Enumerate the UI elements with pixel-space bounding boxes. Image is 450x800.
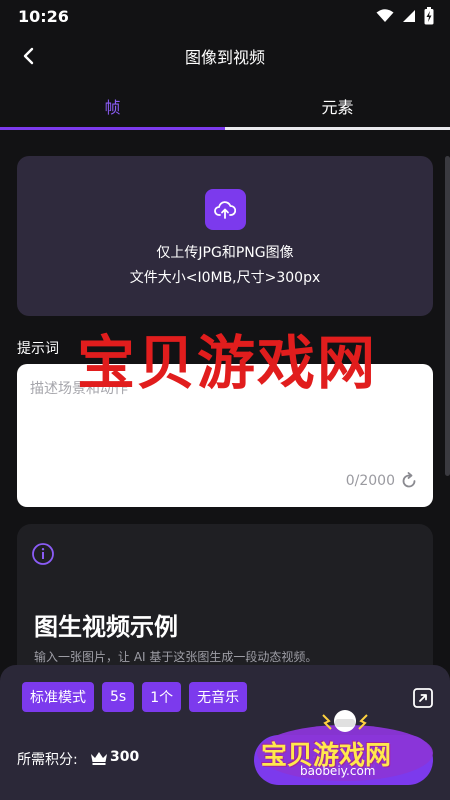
upload-size-hint: 文件大小<I0MB,尺寸>300px [129,270,321,286]
battery-icon [424,7,434,25]
upload-button[interactable] [204,189,246,230]
tab-elements[interactable]: 元素 [225,82,450,130]
status-bar: 10:26 [0,0,450,32]
duration-chip[interactable]: 5s [102,682,135,712]
scrollbar[interactable] [445,156,450,476]
prompt-char-counter: 0/2000 [345,473,395,489]
upload-format-hint: 仅上传JPG和PNG图像 [156,245,294,261]
tab-elements-indicator [225,127,450,130]
example-card: 图生视频示例 输入一张图片，让 AI 基于这张图生成一段动态视频。 [17,524,433,684]
example-description: 输入一张图片，让 AI 基于这张图生成一段动态视频。 [34,650,318,664]
wifi-icon [376,9,394,22]
app-bar: 图像到视频 [0,32,450,80]
example-title: 图生视频示例 [34,613,178,641]
mode-chip[interactable]: 标准模式 [22,682,94,712]
status-time: 10:26 [18,6,69,26]
status-icons [376,7,434,25]
prompt-label: 提示词 [17,341,59,357]
count-chip[interactable]: 1个 [142,682,182,712]
signal-icon [403,10,415,22]
watermark-text: 宝贝游戏网 [77,329,378,397]
cloud-upload-icon [214,200,236,219]
refresh-icon[interactable] [399,471,419,491]
tab-frame-label: 帧 [104,98,121,117]
crown-icon [91,752,107,765]
page-title: 图像到视频 [184,48,265,67]
info-icon[interactable] [31,542,55,566]
tab-frame-indicator [0,127,225,130]
cost-label: 所需积分: [17,752,78,768]
tab-frame[interactable]: 帧 [0,82,225,130]
tab-bar: 帧 元素 [0,82,450,130]
image-upload-area[interactable]: 仅上传JPG和PNG图像 文件大小<I0MB,尺寸>300px [17,156,433,316]
chevron-left-icon [23,47,34,65]
option-chips: 标准模式 5s 1个 无音乐 [22,682,248,712]
back-button[interactable] [14,42,42,70]
cost-value: 300 [110,749,140,765]
tab-elements-label: 元素 [321,98,354,117]
music-chip[interactable]: 无音乐 [189,682,248,712]
watermark-logo-url: baobeiy.com [300,764,376,778]
